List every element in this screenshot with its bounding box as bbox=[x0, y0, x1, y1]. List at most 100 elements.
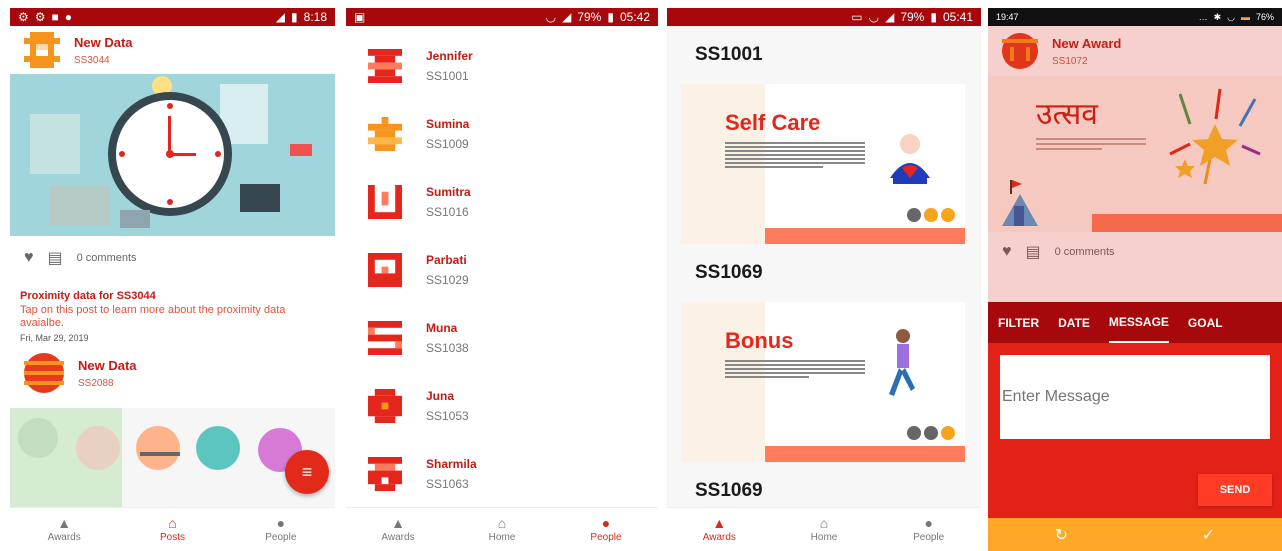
list-item[interactable]: Parbati SS1029 bbox=[346, 236, 658, 304]
tab-filter[interactable]: FILTER bbox=[998, 302, 1039, 343]
home-icon: ⌂ bbox=[819, 515, 829, 531]
tab-goal[interactable]: GOAL bbox=[1188, 302, 1223, 343]
status-time: 05:41 bbox=[942, 10, 973, 24]
battery-level: 79% bbox=[577, 10, 602, 24]
nav-awards[interactable]: ▲ Awards bbox=[667, 508, 772, 551]
post-subtitle: SS1072 bbox=[1052, 55, 1088, 67]
settings-icon: ⚙ bbox=[34, 10, 46, 24]
avatar bbox=[24, 32, 60, 68]
award-card[interactable]: Self Care bbox=[681, 84, 965, 244]
wifi-icon: ◡ bbox=[868, 10, 880, 24]
gear-badge-icon bbox=[924, 426, 938, 440]
people-list: Jennifer SS1001 Sumina SS1009 Sumitra SS… bbox=[346, 26, 658, 508]
check-icon: ✓ bbox=[1201, 526, 1216, 544]
nav-awards[interactable]: ▲ Awards bbox=[346, 508, 450, 551]
post-actions: ♥ ▤ 0 comments bbox=[10, 236, 335, 280]
list-item[interactable]: Jennifer SS1001 bbox=[346, 32, 658, 100]
person-id: SS1053 bbox=[426, 409, 469, 423]
person-name: Muna bbox=[426, 321, 458, 335]
fireworks-illustration bbox=[1169, 88, 1261, 185]
person-icon: ● bbox=[601, 515, 611, 531]
post-heading: Proximity data for SS3044 bbox=[20, 290, 156, 302]
post-header[interactable]: New Award SS1072 bbox=[988, 26, 1282, 76]
avatar bbox=[368, 457, 402, 491]
award-card[interactable]: Bonus bbox=[681, 302, 965, 462]
confirm-button[interactable]: ✓ bbox=[1135, 518, 1282, 551]
nav-people[interactable]: ● People bbox=[227, 508, 335, 551]
heart-icon[interactable]: ♥ bbox=[1002, 243, 1012, 261]
person-name: Sumitra bbox=[426, 185, 471, 199]
sun-badge-icon bbox=[941, 208, 955, 222]
tab-message[interactable]: MESSAGE bbox=[1108, 302, 1169, 343]
nav-home[interactable]: ⌂ Home bbox=[450, 508, 554, 551]
tab-date[interactable]: DATE bbox=[1058, 302, 1090, 343]
battery-icon: ▬ bbox=[1240, 12, 1250, 22]
list-item[interactable]: Sumina SS1009 bbox=[346, 100, 658, 168]
award-post: New Award SS1072 उत्सव ♥ ▤ 0 comments bbox=[988, 26, 1282, 302]
nav-posts[interactable]: ⌂ Posts bbox=[118, 508, 226, 551]
status-bar: 19:47 … ✱ ◡ ▬ 76% bbox=[988, 8, 1282, 26]
mountain-icon: ▲ bbox=[391, 515, 405, 531]
person-icon: ● bbox=[924, 515, 933, 531]
comment-icon[interactable]: ▤ bbox=[48, 248, 63, 268]
nav-label: People bbox=[265, 532, 297, 543]
avatar bbox=[368, 253, 402, 287]
avatar bbox=[368, 389, 402, 423]
post-image[interactable] bbox=[10, 408, 335, 508]
nav-awards[interactable]: ▲ Awards bbox=[10, 508, 118, 551]
bottom-nav: ▲ Awards ⌂ Home ● People bbox=[346, 507, 658, 551]
status-time: 8:18 bbox=[303, 10, 327, 24]
post-header[interactable]: New Data SS3044 bbox=[10, 26, 335, 74]
meditation-illustration bbox=[890, 134, 930, 184]
people-screen: ▣ ◡ ◢ 79% ▮ 05:42 Jennifer SS1001 Sumina… bbox=[346, 8, 658, 551]
post-image[interactable]: उत्सव bbox=[988, 76, 1282, 232]
heart-icon[interactable]: ♥ bbox=[24, 249, 34, 267]
cast-icon: ▭ bbox=[851, 10, 863, 24]
refresh-icon: ↻ bbox=[1054, 526, 1069, 544]
post-image[interactable] bbox=[10, 74, 335, 236]
nav-people[interactable]: ● People bbox=[876, 508, 981, 551]
comment-icon[interactable]: ▤ bbox=[1026, 242, 1041, 262]
list-item[interactable]: Juna SS1053 bbox=[346, 372, 658, 440]
bluetooth-icon: ✱ bbox=[1213, 11, 1222, 22]
message-panel: SEND bbox=[988, 343, 1282, 518]
signal-icon: ◢ bbox=[885, 10, 895, 24]
battery-icon: ▮ bbox=[930, 10, 937, 24]
status-time: 05:42 bbox=[619, 10, 650, 24]
awards-list[interactable]: SS1001 Self Care SS1069 Bonus SS1069 bbox=[667, 26, 981, 507]
refresh-button[interactable]: ↻ bbox=[988, 518, 1135, 551]
filter-tabs: FILTER DATE MESSAGE GOAL bbox=[988, 302, 1282, 343]
avatar bbox=[24, 353, 64, 393]
post-header[interactable]: New Data SS2088 bbox=[10, 349, 335, 397]
send-button[interactable]: SEND bbox=[1198, 474, 1272, 506]
comment-count: 0 comments bbox=[1054, 246, 1115, 258]
nav-label: People bbox=[913, 532, 945, 543]
message-input[interactable] bbox=[1000, 355, 1270, 439]
award-detail-screen: 19:47 … ✱ ◡ ▬ 76% New Award SS1072 उत्सव bbox=[988, 8, 1282, 551]
nav-home[interactable]: ⌂ Home bbox=[772, 508, 877, 551]
sun-badge-icon bbox=[924, 208, 938, 222]
mountain-icon: ▲ bbox=[57, 515, 72, 531]
home-icon: ⌂ bbox=[497, 515, 507, 531]
nav-label: Awards bbox=[702, 532, 736, 543]
nav-people[interactable]: ● People bbox=[554, 508, 658, 551]
award-code: SS1069 bbox=[695, 480, 763, 501]
filter-button[interactable]: ≡ bbox=[285, 450, 329, 494]
post-subtitle: SS3044 bbox=[74, 54, 110, 66]
person-id: SS1016 bbox=[426, 205, 469, 219]
nav-label: Awards bbox=[47, 532, 81, 543]
post-actions: ♥ ▤ 0 comments bbox=[988, 232, 1282, 272]
posts-screen: ⚙ ⚙ ■ ● ◢ ▮ 8:18 New Data SS3044 ♥ ▤ 0 c… bbox=[10, 8, 335, 551]
award-name: Bonus bbox=[725, 328, 794, 353]
list-item[interactable]: Muna SS1038 bbox=[346, 304, 658, 372]
avatar bbox=[368, 185, 402, 219]
bottom-nav: ▲ Awards ⌂ Posts ● People bbox=[10, 507, 335, 551]
list-item[interactable]: Sumitra SS1016 bbox=[346, 168, 658, 236]
bottom-nav: ▲ Awards ⌂ Home ● People bbox=[667, 507, 981, 551]
nav-label: Home bbox=[488, 532, 516, 543]
list-item[interactable]: Sharmila SS1063 bbox=[346, 440, 658, 508]
avatar bbox=[368, 321, 402, 355]
sun-badge-icon bbox=[941, 426, 955, 440]
post-text[interactable]: Proximity data for SS3044 Tap on this po… bbox=[10, 290, 335, 343]
award-name: Self Care bbox=[725, 110, 821, 135]
